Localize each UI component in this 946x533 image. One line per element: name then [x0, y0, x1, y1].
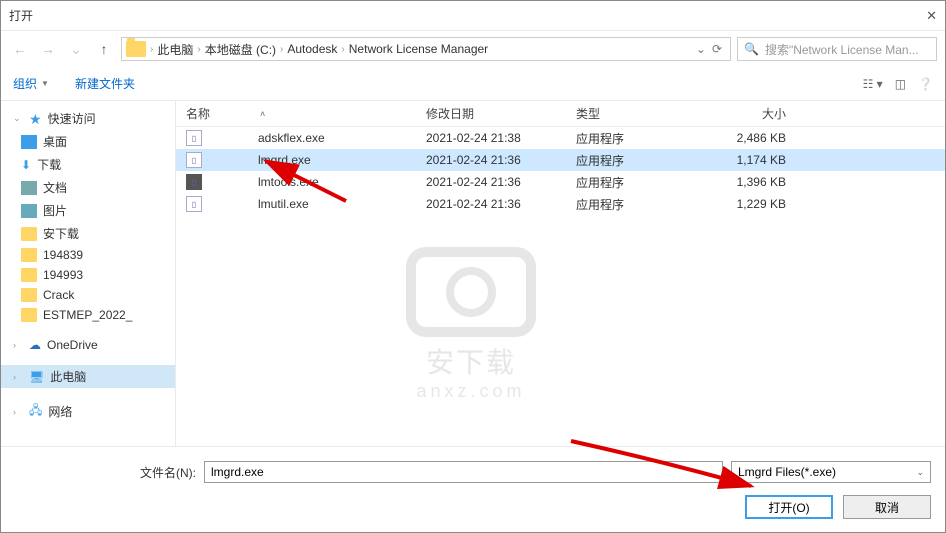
file-type: 应用程序	[576, 152, 696, 169]
nav-recent-icon[interactable]: ⌄	[65, 38, 87, 60]
preview-pane-icon[interactable]: ◫	[895, 77, 906, 91]
file-name: lmutil.exe	[258, 197, 309, 211]
crumb-drive[interactable]: 本地磁盘 (C:)	[205, 41, 276, 58]
file-name: lmgrd.exe	[258, 153, 311, 167]
file-row[interactable]: ▯ lmgrd.exe 2021-02-24 21:36应用程序1,174 KB	[176, 149, 945, 171]
file-row[interactable]: ▯ adskflex.exe 2021-02-24 21:38应用程序2,486 K…	[176, 127, 945, 149]
file-date: 2021-02-24 21:36	[426, 197, 576, 211]
sort-asc-icon[interactable]: ˄	[260, 109, 265, 119]
file-list-header: 名称 ˄ 修改日期 类型 大小	[176, 101, 945, 127]
exe-icon: ▯	[186, 130, 202, 146]
file-name: lmtools.exe	[258, 175, 319, 189]
folder-icon	[126, 41, 146, 57]
search-icon: 🔍	[744, 42, 759, 56]
file-row[interactable]: ▯ lmtools.exe 2021-02-24 21:36应用程序1,396 KB	[176, 171, 945, 193]
sidebar-quick-access[interactable]: ⌄★快速访问	[1, 107, 175, 130]
sidebar-onedrive[interactable]: ›☁OneDrive	[1, 335, 175, 355]
exe-icon: ▯	[186, 174, 202, 190]
chevron-down-icon[interactable]: ⌄	[696, 42, 706, 56]
organize-menu[interactable]: 组织▼	[13, 75, 49, 92]
file-size: 2,486 KB	[696, 131, 816, 145]
help-icon[interactable]: ❔	[918, 77, 933, 91]
file-type: 应用程序	[576, 130, 696, 147]
watermark: 安下载anxz.com	[406, 247, 536, 402]
file-type: 应用程序	[576, 196, 696, 213]
breadcrumb[interactable]: › 此电脑 › 本地磁盘 (C:) › Autodesk › Network L…	[121, 37, 731, 61]
sidebar-desktop[interactable]: 桌面	[1, 130, 175, 153]
sidebar-downloads[interactable]: ⬇下载	[1, 153, 175, 176]
sidebar-this-pc[interactable]: ›🖥此电脑	[1, 365, 175, 388]
file-size: 1,396 KB	[696, 175, 816, 189]
file-type-filter[interactable]: Lmgrd Files(*.exe)⌄	[731, 461, 931, 483]
nav-forward-icon[interactable]: →	[37, 38, 59, 60]
file-date: 2021-02-24 21:36	[426, 153, 576, 167]
dialog-title: 打开	[9, 7, 897, 24]
sidebar-194839[interactable]: 194839	[1, 245, 175, 265]
col-type[interactable]: 类型	[576, 107, 600, 121]
search-placeholder: 搜索"Network License Man...	[765, 41, 919, 58]
file-list: 安下载anxz.com ▯ adskflex.exe 2021-02-24 21:3…	[176, 127, 945, 446]
crumb-nlm[interactable]: Network License Manager	[349, 42, 488, 56]
sidebar-crack[interactable]: Crack	[1, 285, 175, 305]
nav-up-icon[interactable]: ↑	[93, 38, 115, 60]
file-size: 1,229 KB	[696, 197, 816, 211]
refresh-icon[interactable]: ⟳	[712, 42, 722, 56]
filename-input[interactable]	[204, 461, 723, 483]
col-date[interactable]: 修改日期	[426, 107, 474, 121]
sidebar-estmep[interactable]: ESTMEP_2022_	[1, 305, 175, 325]
crumb-autodesk[interactable]: Autodesk	[287, 42, 337, 56]
col-name[interactable]: 名称	[186, 105, 210, 122]
sidebar-documents[interactable]: 文档	[1, 176, 175, 199]
col-size[interactable]: 大小	[762, 107, 786, 121]
file-type: 应用程序	[576, 174, 696, 191]
close-icon[interactable]: ✕	[897, 8, 937, 24]
file-date: 2021-02-24 21:38	[426, 131, 576, 145]
file-row[interactable]: ▯ lmutil.exe 2021-02-24 21:36应用程序1,229 KB	[176, 193, 945, 215]
exe-icon: ▯	[186, 152, 202, 168]
file-size: 1,174 KB	[696, 153, 816, 167]
nav-back-icon[interactable]: ←	[9, 38, 31, 60]
sidebar-194993[interactable]: 194993	[1, 265, 175, 285]
open-button[interactable]: 打开(O)	[745, 495, 833, 519]
crumb-pc[interactable]: 此电脑	[157, 41, 193, 58]
filename-label: 文件名(N):	[140, 464, 196, 481]
new-folder-button[interactable]: 新建文件夹	[75, 75, 135, 92]
sidebar: ⌄★快速访问 桌面 ⬇下载 文档 图片 安下载 194839 194993 Cr…	[1, 101, 176, 446]
file-name: adskflex.exe	[258, 131, 325, 145]
exe-icon: ▯	[186, 196, 202, 212]
sidebar-pictures[interactable]: 图片	[1, 199, 175, 222]
search-input[interactable]: 🔍 搜索"Network License Man...	[737, 37, 937, 61]
file-date: 2021-02-24 21:36	[426, 175, 576, 189]
sidebar-anxiazai[interactable]: 安下载	[1, 222, 175, 245]
sidebar-network[interactable]: ›🖧网络	[1, 398, 175, 425]
view-options-icon[interactable]: ☷ ▾	[863, 77, 883, 91]
cancel-button[interactable]: 取消	[843, 495, 931, 519]
